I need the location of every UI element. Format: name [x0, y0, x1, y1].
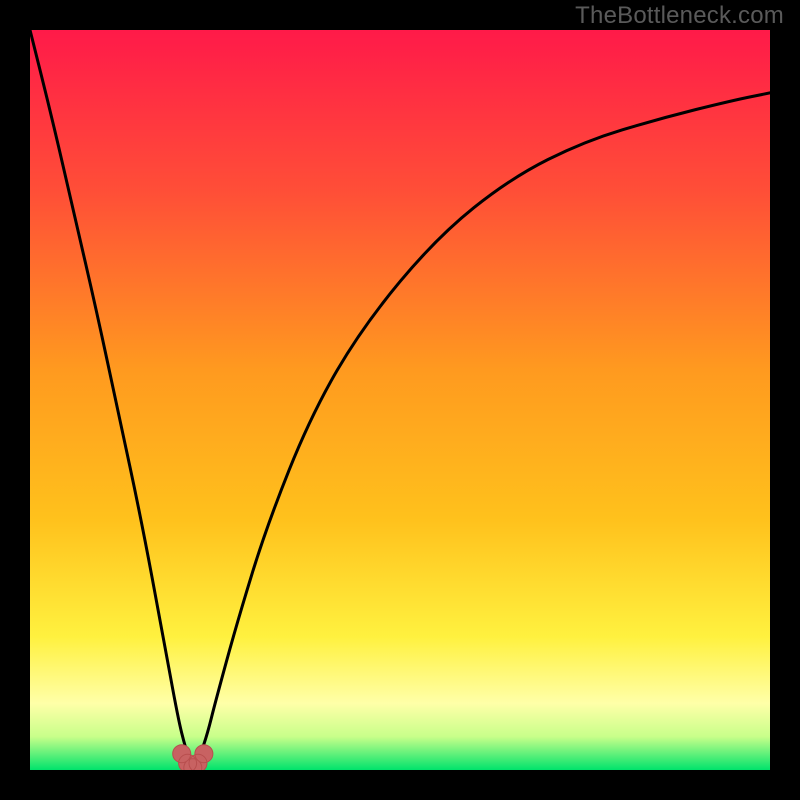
plot-area: [30, 30, 770, 770]
gradient-background: [30, 30, 770, 770]
chart-frame: TheBottleneck.com: [0, 0, 800, 800]
bottleneck-curve-chart: [30, 30, 770, 770]
watermark-text: TheBottleneck.com: [575, 2, 784, 30]
